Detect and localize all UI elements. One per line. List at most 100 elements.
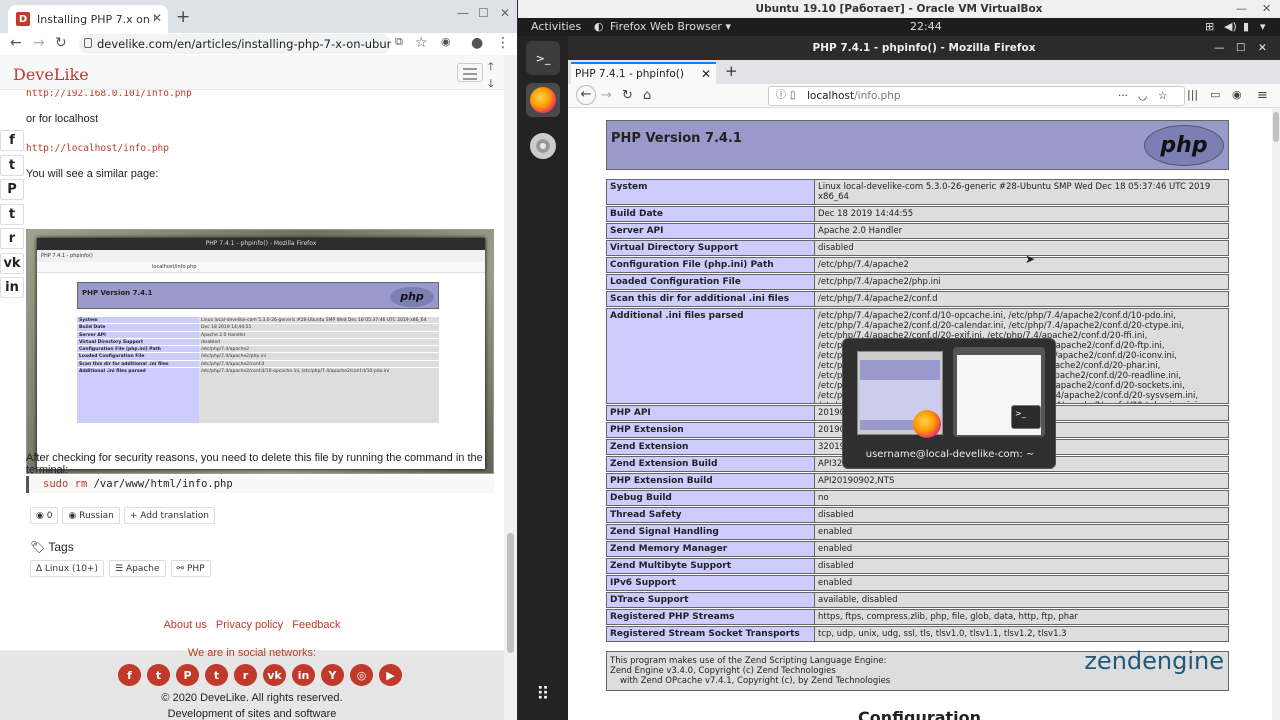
ff-menu-icon[interactable]: ≡ — [1257, 88, 1268, 103]
footer-privacy-link[interactable]: Privacy policy — [216, 619, 283, 631]
ff-forward-icon[interactable]: → — [601, 88, 612, 103]
disc-dock-icon[interactable] — [526, 129, 560, 163]
pinterest-icon[interactable]: P — [0, 179, 24, 200]
instagram-icon[interactable]: ◎ — [350, 664, 373, 686]
screenshot-firefox-window: PHP 7.4.1 - phpinfo() - Mozilla Firefox … — [37, 238, 485, 469]
chrome-scrollbar[interactable] — [504, 55, 517, 720]
twitter-icon[interactable]: t — [0, 154, 24, 176]
ff-close-tab-icon[interactable]: ✕ — [701, 64, 711, 84]
ff-more-icon[interactable]: ··· — [1118, 87, 1128, 105]
pinterest-icon[interactable]: P — [176, 664, 199, 686]
ff-pocket-icon[interactable]: ◡ — [1138, 87, 1147, 105]
network-icon[interactable]: ⊞ — [1205, 18, 1214, 36]
cmd-sudo: sudo — [43, 478, 69, 490]
vk-icon[interactable]: vk — [0, 252, 24, 274]
ff-maximize-icon[interactable]: ☐ — [1236, 36, 1245, 60]
forward-icon[interactable]: → — [33, 35, 45, 51]
ff-home-icon[interactable]: ⌂ — [643, 88, 651, 103]
vm-minimize-icon[interactable]: — — [1236, 0, 1247, 18]
screenshot-php-logo: php — [390, 287, 434, 307]
volume-icon[interactable]: ◀) — [1224, 18, 1237, 36]
ff-minimize-icon[interactable]: — — [1214, 36, 1225, 60]
screenshot-row: System Linux local-develike-com 5.3.0-26-… — [77, 317, 439, 325]
bookmark-star-icon[interactable]: ☆ — [415, 35, 428, 51]
ff-close-icon[interactable]: ✕ — [1258, 36, 1267, 60]
article-screenshot-image[interactable]: PHP 7.4.1 - phpinfo() - Mozilla Firefox … — [26, 229, 494, 474]
ff-new-tab-icon[interactable]: + — [725, 62, 738, 80]
switcher-firefox-thumbnail[interactable] — [857, 351, 943, 438]
reddit-icon[interactable]: r — [234, 664, 257, 686]
ff-library-icon[interactable]: ||| — [1187, 88, 1198, 101]
reddit-icon[interactable]: r — [0, 228, 24, 249]
facebook-icon[interactable]: f — [0, 130, 24, 151]
address-bar[interactable]: develike.com/en/articles/installing-php-… — [79, 34, 391, 54]
new-tab-icon[interactable]: + — [176, 7, 190, 27]
switcher-terminal-thumbnail[interactable]: >_ — [953, 347, 1045, 437]
tag-linux[interactable]: ∆ Linux (10+) — [30, 560, 105, 577]
scroll-up-icon[interactable]: 🡑 — [488, 58, 494, 75]
facebook-icon[interactable]: f — [118, 664, 141, 686]
footer-about-link[interactable]: About us — [163, 619, 206, 631]
vm-close-icon[interactable]: ✕ — [1262, 0, 1271, 18]
ff-back-icon[interactable]: ← — [576, 85, 596, 105]
translate-icon[interactable]: ⧉ — [395, 35, 403, 49]
table-row: Zend Multibyte Support disabled — [606, 558, 1229, 575]
footer-feedback-link[interactable]: Feedback — [292, 619, 340, 631]
firefox-dock-icon[interactable] — [526, 83, 560, 117]
paragraph-similar-page: You will see a similar page: — [26, 168, 159, 180]
account-icon[interactable]: ● — [471, 35, 483, 51]
youtube-icon[interactable]: ▶ — [379, 664, 402, 686]
chrome-page: DeveLike 🡑 🡓 f t P t r vk in http://192.… — [0, 55, 517, 720]
chrome-tab[interactable]: D Installing PHP 7.x on Ubuntu ✕ — [8, 5, 168, 33]
site-logo[interactable]: DeveLike — [13, 65, 89, 84]
terminal-dock-icon[interactable]: >_ — [526, 41, 560, 75]
firefox-tab[interactable]: PHP 7.4.1 - phpinfo() ✕ — [571, 62, 716, 84]
clock[interactable]: 22:44 — [910, 18, 942, 36]
ycombinator-icon[interactable]: Y — [321, 664, 344, 686]
tumblr-icon[interactable]: t — [0, 203, 24, 225]
hamburger-menu-icon[interactable] — [457, 63, 483, 82]
maximize-icon[interactable]: ☐ — [478, 6, 489, 20]
reload-icon[interactable]: ↻ — [55, 35, 67, 51]
vk-icon[interactable]: vk — [263, 664, 286, 686]
tag-apache[interactable]: ☰ Apache — [109, 560, 166, 577]
language-russian-link[interactable]: ◉ Russian — [62, 507, 120, 524]
twitter-icon[interactable]: t — [147, 664, 170, 686]
close-tab-icon[interactable]: ✕ — [152, 11, 162, 25]
ff-page-icon: ▯ — [790, 90, 796, 101]
battery-icon[interactable]: ▮ — [1243, 18, 1249, 36]
footer-links: About us Privacy policy Feedback — [0, 619, 504, 631]
footer-social-icons: f t P t r vk in Y ◎ ▶ — [118, 664, 402, 686]
ff-reload-icon[interactable]: ↻ — [622, 88, 633, 103]
tumblr-icon[interactable]: t — [205, 664, 228, 686]
tag-php[interactable]: ⚯ PHP — [170, 560, 211, 577]
extension-icon[interactable]: ◉ — [441, 35, 451, 48]
close-window-icon[interactable]: ✕ — [500, 6, 510, 20]
chrome-menu-icon[interactable]: ⋮ — [496, 35, 510, 51]
php-logo[interactable]: php — [1144, 125, 1224, 166]
ff-address-bar[interactable]: ⓘ ▯ localhost/info.php ··· ◡ ☆ — [768, 86, 1185, 106]
ff-scrollbar[interactable] — [1272, 108, 1280, 720]
screenshot-row: Configuration File (php.ini) Path/etc/ph… — [77, 346, 439, 354]
scroll-arrows[interactable]: 🡑 🡓 — [488, 58, 494, 92]
ff-bookmark-star-icon[interactable]: ☆ — [1158, 87, 1167, 105]
ff-scrollbar-thumb[interactable] — [1273, 112, 1279, 142]
add-translation-button[interactable]: + Add translation — [123, 507, 215, 524]
linkedin-icon[interactable]: in — [292, 664, 315, 686]
zend-engine-logo[interactable]: zendengine — [1084, 649, 1224, 673]
scrollbar-thumb[interactable] — [507, 533, 514, 653]
activities-button[interactable]: Activities — [531, 18, 581, 36]
back-icon[interactable]: ← — [10, 35, 22, 51]
tags-icon: 🏷 — [30, 540, 49, 554]
ff-info-icon[interactable]: ⓘ — [776, 87, 786, 105]
linkedin-icon[interactable]: in — [0, 277, 24, 298]
code-url-ip: http://192.168.0.101/info.php — [26, 90, 192, 99]
minimize-icon[interactable]: — — [457, 6, 469, 20]
gnome-top-bar: Activities ◐ Firefox Web Browser ▾ 22:44… — [518, 18, 1280, 36]
footer-copyright: © 2020 DeveLike. All rights reserved. — [161, 692, 343, 704]
ff-account-icon[interactable]: ◉ — [1232, 88, 1242, 101]
show-apps-icon[interactable]: ⠿ — [526, 677, 560, 711]
ff-sidebar-icon[interactable]: ▭ — [1210, 88, 1220, 101]
system-menu-icon[interactable]: ▾ — [1260, 18, 1266, 36]
app-menu[interactable]: Firefox Web Browser ▾ — [610, 18, 731, 36]
